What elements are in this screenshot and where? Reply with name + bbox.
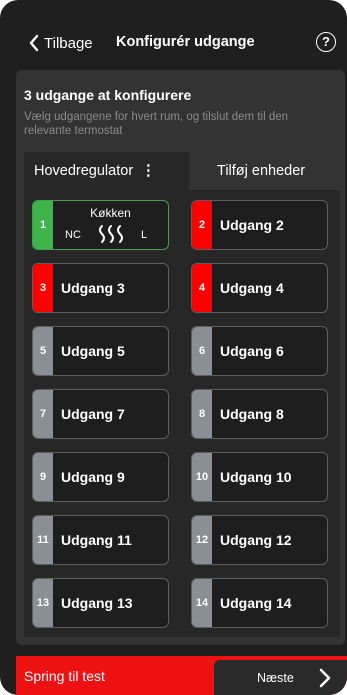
outlet-number: 1 bbox=[39, 219, 47, 231]
outlet-number: 4 bbox=[198, 282, 206, 294]
top-bar: Tilbage Konfigurér udgange ? bbox=[0, 28, 347, 58]
outlet-tile[interactable]: 6 Udgang 6 bbox=[191, 326, 328, 376]
outlet-nc-label: NC bbox=[65, 229, 81, 241]
outlet-number-strip: 10 bbox=[192, 453, 212, 501]
back-label: Tilbage bbox=[44, 34, 93, 52]
outlet-number-strip: 12 bbox=[192, 516, 212, 564]
outlet-label: Udgang 5 bbox=[61, 343, 125, 359]
next-label: Næste bbox=[257, 670, 294, 685]
outlet-tile[interactable]: 4 Udgang 4 bbox=[191, 263, 328, 313]
back-button[interactable]: Tilbage bbox=[28, 28, 93, 58]
outlet-label: Udgang 8 bbox=[220, 406, 284, 422]
outlet-number: 8 bbox=[198, 408, 206, 420]
outlet-number-strip: 2 bbox=[192, 201, 212, 249]
outlet-label: Udgang 9 bbox=[61, 469, 125, 485]
app-screen: Tilbage Konfigurér udgange ? 3 udgange a… bbox=[0, 0, 347, 695]
outlet-number-strip: 5 bbox=[33, 327, 53, 375]
outlet-number-strip: 6 bbox=[192, 327, 212, 375]
chevron-left-icon bbox=[29, 34, 39, 52]
chevron-right-icon bbox=[319, 668, 331, 688]
outlet-number: 2 bbox=[198, 219, 206, 231]
bottom-bar: Spring til test Næste bbox=[16, 656, 347, 695]
tab-add-devices[interactable]: Tilføj enheder bbox=[217, 152, 305, 190]
next-button[interactable]: Næste bbox=[214, 660, 347, 695]
outlet-label: Udgang 6 bbox=[220, 343, 284, 359]
outlet-number: 10 bbox=[195, 471, 209, 483]
outlet-config-panel: 3 udgange at konfigurere Vælg udgangene … bbox=[16, 70, 345, 645]
outlet-label: Udgang 7 bbox=[61, 406, 125, 422]
outlet-number-strip: 7 bbox=[33, 390, 53, 438]
outlet-number: 13 bbox=[36, 597, 50, 609]
tab-main-controller[interactable]: Hovedregulator ⋮ bbox=[24, 152, 189, 190]
outlet-tile[interactable]: 9 Udgang 9 bbox=[32, 452, 169, 502]
tab-add-label: Tilføj enheder bbox=[217, 163, 306, 179]
help-icon[interactable]: ? bbox=[316, 32, 336, 52]
panel-heading: 3 udgange at konfigurere bbox=[24, 87, 192, 103]
outlet-number-strip: 3 bbox=[33, 264, 53, 312]
outlet-number-strip: 4 bbox=[192, 264, 212, 312]
outlet-label: Udgang 14 bbox=[220, 595, 292, 611]
outlet-label: Udgang 10 bbox=[220, 469, 292, 485]
outlet-tile[interactable]: 7 Udgang 7 bbox=[32, 389, 169, 439]
outlet-tile[interactable]: 14 Udgang 14 bbox=[191, 578, 328, 628]
outlet-tile[interactable]: 2 Udgang 2 bbox=[191, 200, 328, 250]
outlet-number-strip: 11 bbox=[33, 516, 53, 564]
outlet-tile-configured[interactable]: 1 Køkken NC L bbox=[32, 200, 169, 250]
outlet-label: Udgang 4 bbox=[220, 280, 284, 296]
outlet-tile[interactable]: 8 Udgang 8 bbox=[191, 389, 328, 439]
outlet-label: Udgang 11 bbox=[61, 532, 132, 548]
outlet-tile[interactable]: 11 Udgang 11 bbox=[32, 515, 169, 565]
outlet-number-strip: 13 bbox=[33, 579, 53, 627]
outlet-label: Udgang 2 bbox=[220, 217, 284, 233]
outlet-number: 3 bbox=[39, 282, 47, 294]
more-vertical-icon[interactable]: ⋮ bbox=[141, 163, 156, 179]
outlet-number-strip: 9 bbox=[33, 453, 53, 501]
outlet-tile[interactable]: 5 Udgang 5 bbox=[32, 326, 169, 376]
outlet-number: 7 bbox=[39, 408, 47, 420]
page-title: Konfigurér udgange bbox=[116, 34, 255, 50]
outlet-number: 5 bbox=[39, 345, 47, 357]
skip-to-test-button[interactable]: Spring til test bbox=[24, 656, 105, 695]
panel-subtitle: Vælg udgangene for hvert rum, og tilslut… bbox=[24, 111, 289, 137]
outlet-number-strip: 8 bbox=[192, 390, 212, 438]
outlet-tile[interactable]: 13 Udgang 13 bbox=[32, 578, 169, 628]
outlet-number-strip: 14 bbox=[192, 579, 212, 627]
outlet-tile[interactable]: 3 Udgang 3 bbox=[32, 263, 169, 313]
tab-main-label: Hovedregulator bbox=[34, 163, 134, 179]
outlet-label: Udgang 12 bbox=[220, 532, 292, 548]
outlet-tile[interactable]: 12 Udgang 12 bbox=[191, 515, 328, 565]
outlet-number: 14 bbox=[195, 597, 209, 609]
outlet-number: 12 bbox=[195, 534, 209, 546]
outlet-number-strip: 1 bbox=[33, 201, 53, 249]
outlet-label: Udgang 13 bbox=[61, 595, 133, 611]
outlet-room-name: Køkken bbox=[90, 206, 131, 220]
outlet-number: 11 bbox=[37, 534, 49, 546]
outlet-tile[interactable]: 10 Udgang 10 bbox=[191, 452, 328, 502]
heating-icon bbox=[99, 225, 123, 243]
outlet-grid: 1 Køkken NC L 2 Udgang 2 3 Udgang 3 4 Udgang … bbox=[24, 190, 340, 637]
outlet-number: 9 bbox=[39, 471, 47, 483]
outlet-label: Udgang 3 bbox=[61, 280, 125, 296]
outlet-l-label: L bbox=[141, 229, 148, 241]
outlet-number: 6 bbox=[198, 345, 206, 357]
